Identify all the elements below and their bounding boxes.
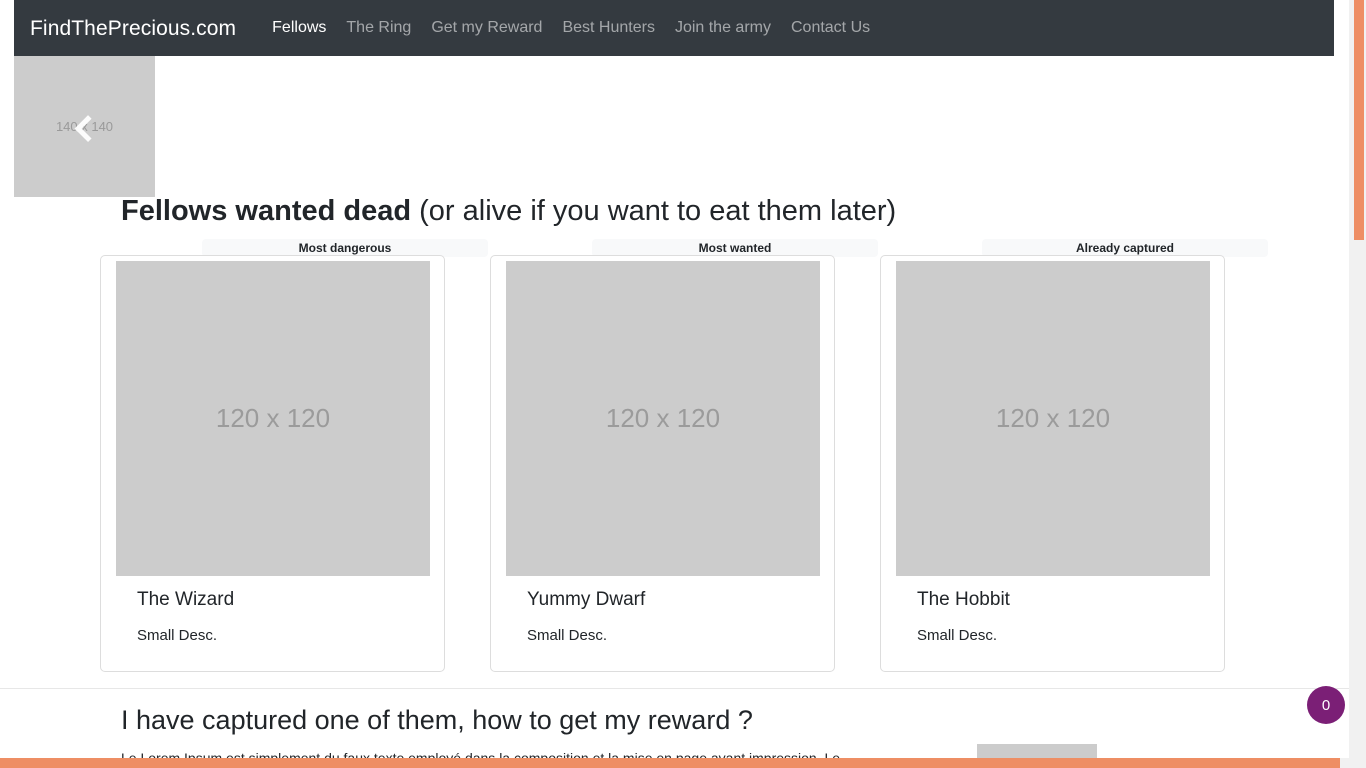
fellow-card-the-wizard[interactable]: 120 x 120 The Wizard Small Desc. xyxy=(100,255,445,672)
nav-link-best-hunters[interactable]: Best Hunters xyxy=(552,12,664,44)
card-title: Yummy Dwarf xyxy=(527,589,646,610)
card-description: Small Desc. xyxy=(137,627,218,644)
fellows-card-grid: Most dangerous 120 x 120 The Wizard Smal… xyxy=(100,239,1366,674)
nav-link-get-my-reward[interactable]: Get my Reward xyxy=(421,12,552,44)
card-title: The Wizard xyxy=(137,589,235,610)
section-divider xyxy=(0,688,1352,689)
card-title: The Hobbit xyxy=(917,589,1010,610)
reward-side-image-placeholder xyxy=(977,744,1097,758)
nav-link-contact-us[interactable]: Contact Us xyxy=(781,12,880,44)
page-title-bold: Fellows wanted dead xyxy=(121,195,412,227)
card-image-placeholder: 120 x 120 xyxy=(506,261,820,576)
card-image-placeholder: 120 x 120 xyxy=(116,261,430,576)
horizontal-scrollbar-thumb[interactable] xyxy=(0,758,1340,768)
card-image-placeholder: 120 x 120 xyxy=(896,261,1210,576)
reward-section-title: I have captured one of them, how to get … xyxy=(121,705,753,735)
fellow-card-the-hobbit[interactable]: 120 x 120 The Hobbit Small Desc. xyxy=(880,255,1225,672)
nav-link-fellows[interactable]: Fellows xyxy=(262,12,336,44)
nav-link-join-the-army[interactable]: Join the army xyxy=(665,12,781,44)
page-title-rest: (or alive if you want to eat them later) xyxy=(411,195,897,227)
browser-viewport: FindThePrecious.com Fellows The Ring Get… xyxy=(0,0,1366,768)
navbar: FindThePrecious.com Fellows The Ring Get… xyxy=(14,0,1334,56)
counter-badge[interactable]: 0 xyxy=(1307,686,1345,724)
navbar-brand[interactable]: FindThePrecious.com xyxy=(30,18,236,39)
carousel-prev-button[interactable] xyxy=(14,56,155,197)
page-title: Fellows wanted dead (or alive if you wan… xyxy=(121,193,896,229)
fellow-card-yummy-dwarf[interactable]: 120 x 120 Yummy Dwarf Small Desc. xyxy=(490,255,835,672)
carousel-hero: 140 x 140 xyxy=(14,56,155,197)
card-description: Small Desc. xyxy=(527,627,608,644)
navbar-links: Fellows The Ring Get my Reward Best Hunt… xyxy=(262,12,880,44)
vertical-scrollbar-thumb[interactable] xyxy=(1354,0,1364,240)
card-description: Small Desc. xyxy=(917,627,998,644)
chevron-left-icon xyxy=(74,115,102,143)
nav-link-the-ring[interactable]: The Ring xyxy=(336,12,421,44)
